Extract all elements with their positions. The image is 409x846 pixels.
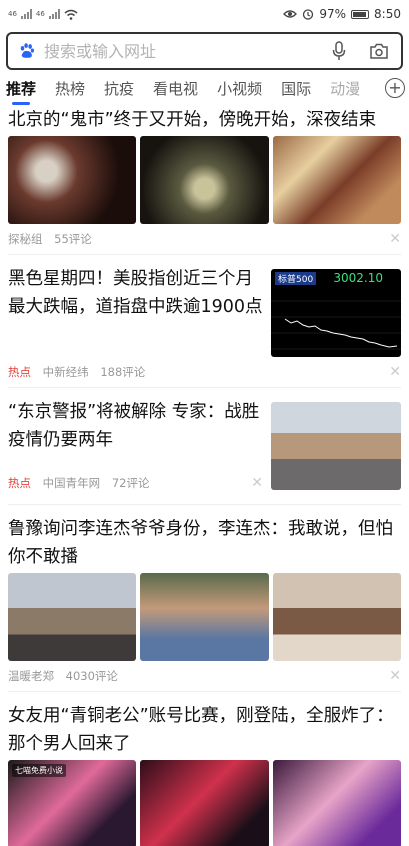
tab-short-video[interactable]: 小视频: [217, 78, 262, 99]
status-left: 46 46: [8, 9, 78, 20]
sim2-label: 46: [35, 9, 45, 18]
article-card[interactable]: “东京警报”将被解除 专家：战胜疫情仍要两年 热点 中国青年网 72评论 ✕: [8, 388, 401, 505]
stock-chart-image[interactable]: 标普500 3002.10: [271, 269, 401, 357]
hot-tag: 热点: [8, 365, 31, 379]
article-title[interactable]: 女友用“青铜老公”账号比赛，刚登陆，全服炸了：那个男人回来了: [8, 702, 401, 758]
article-image[interactable]: [140, 573, 269, 661]
alarm-icon: [303, 9, 314, 20]
article-images: [8, 573, 401, 661]
battery-icon: [351, 9, 370, 19]
article-comments: 55评论: [54, 232, 92, 246]
article-images: 七喵免费小说: [8, 760, 401, 846]
tab-anti-epidemic[interactable]: 抗疫: [104, 78, 134, 99]
tab-recommend[interactable]: 推荐: [6, 78, 36, 105]
article-image[interactable]: [272, 760, 401, 846]
dismiss-icon[interactable]: ✕: [389, 231, 401, 247]
article-image[interactable]: [272, 573, 401, 661]
article-image[interactable]: [140, 136, 269, 224]
article-card[interactable]: 女友用“青铜老公”账号比赛，刚登陆，全服炸了：那个男人回来了 七喵免费小说: [8, 692, 401, 846]
camera-icon: [370, 43, 388, 59]
status-right: 97% 8:50: [283, 7, 401, 21]
battery-percent: 97%: [319, 7, 347, 21]
index-name: 标普500: [275, 271, 317, 285]
voice-search-button[interactable]: [327, 39, 351, 63]
article-card[interactable]: 鲁豫询问李连杰爷爷身份，李连杰：我敢说，但怕你不敢播 温暖老郑 4030评论 ✕: [8, 505, 401, 692]
article-image[interactable]: [140, 760, 269, 846]
image-search-button[interactable]: [367, 39, 391, 63]
eye-icon: [283, 10, 298, 18]
index-value: 3002.10: [333, 271, 383, 285]
tab-tv[interactable]: 看电视: [153, 78, 198, 99]
article-title[interactable]: “东京警报”将被解除 专家：战胜疫情仍要两年: [8, 398, 263, 454]
dismiss-icon[interactable]: ✕: [389, 668, 401, 684]
tab-anime[interactable]: 动漫: [330, 78, 360, 99]
status-bar: 46 46 97% 8:50: [0, 0, 409, 28]
search-input[interactable]: [44, 41, 311, 61]
signal-icon: [20, 9, 32, 19]
wifi-icon: [64, 9, 78, 20]
signal-icon: [48, 9, 60, 19]
article-meta: 热点 中国青年网 72评论 ✕: [8, 468, 263, 498]
article-title[interactable]: 鲁豫询问李连杰爷爷身份，李连杰：我敢说，但怕你不敢播: [8, 515, 401, 571]
sim1-label: 46: [8, 9, 17, 18]
image-overlay-text: 七喵免费小说: [12, 764, 66, 777]
article-meta: 热点 中新经纬 188评论 ✕: [8, 357, 401, 387]
article-meta: 探秘组 55评论 ✕: [8, 224, 401, 254]
tab-international[interactable]: 国际: [281, 78, 311, 99]
article-source: 探秘组: [8, 232, 43, 246]
article-image[interactable]: [8, 136, 137, 224]
microphone-icon: [332, 41, 346, 60]
article-source: 温暖老郑: [8, 669, 54, 683]
add-channel-button[interactable]: +: [385, 78, 405, 98]
article-title[interactable]: 黑色星期四！美股指创近三个月最大跌幅，道指盘中跌逾1900点: [8, 265, 263, 321]
article-card[interactable]: 北京的“鬼市”终于又开始，傍晚开始，深夜结束 探秘组 55评论 ✕: [8, 106, 401, 255]
hot-tag: 热点: [8, 476, 31, 490]
tab-hot-list[interactable]: 热榜: [55, 78, 85, 99]
article-meta: 温暖老郑 4030评论 ✕: [8, 661, 401, 691]
baidu-paw-icon: [20, 43, 35, 58]
stock-line: [271, 300, 401, 350]
article-comments: 4030评论: [65, 669, 118, 683]
article-source: 中新经纬: [42, 365, 89, 379]
article-images: [8, 136, 401, 224]
article-image[interactable]: [272, 136, 401, 224]
article-comments: 72评论: [111, 476, 150, 490]
plus-icon: +: [388, 78, 402, 97]
news-feed: 北京的“鬼市”终于又开始，傍晚开始，深夜结束 探秘组 55评论 ✕ 黑色星期四！…: [0, 106, 409, 846]
search-bar[interactable]: [6, 32, 403, 70]
article-card[interactable]: 黑色星期四！美股指创近三个月最大跌幅，道指盘中跌逾1900点 标普500 300…: [8, 255, 401, 388]
article-title[interactable]: 北京的“鬼市”终于又开始，傍晚开始，深夜结束: [8, 106, 401, 134]
article-source: 中国青年网: [42, 476, 101, 490]
dismiss-icon[interactable]: ✕: [251, 475, 263, 491]
channel-tabs: 推荐 热榜 抗疫 看电视 小视频 国际 动漫 +: [0, 70, 409, 106]
article-image[interactable]: 七喵免费小说: [8, 760, 137, 846]
search-area: [0, 28, 409, 70]
article-comments: 188评论: [100, 365, 146, 379]
clock-time: 8:50: [374, 7, 401, 21]
article-image[interactable]: [271, 402, 401, 490]
dismiss-icon[interactable]: ✕: [389, 364, 401, 380]
article-image[interactable]: [8, 573, 137, 661]
